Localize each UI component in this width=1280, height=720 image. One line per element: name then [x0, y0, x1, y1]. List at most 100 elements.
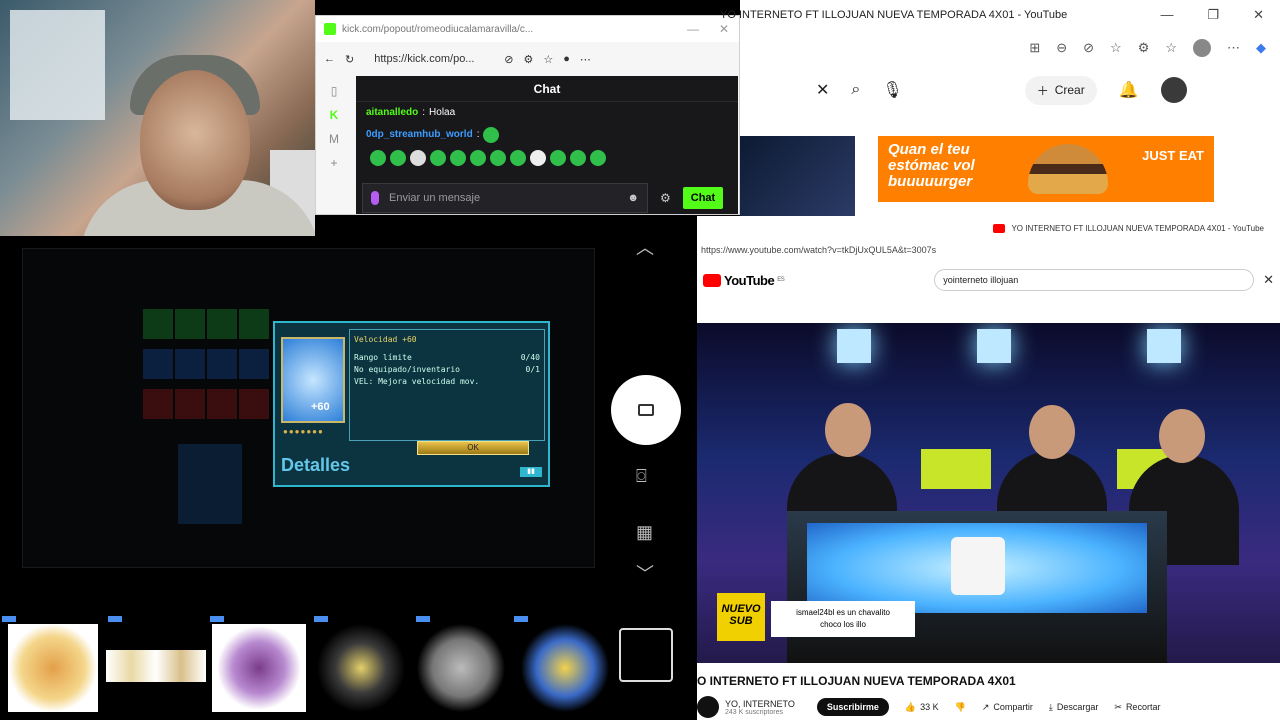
chat-settings-icon[interactable]: ⚙	[660, 191, 671, 205]
chat-message-input[interactable]: Enviar un mensaje ☻	[362, 183, 648, 213]
video-camera-icon	[638, 404, 654, 416]
popup-tab-title: YO INTERNETO FT ILLOJUAN NUEVA TEMPORADA…	[1011, 223, 1264, 233]
emote-icon[interactable]	[570, 150, 586, 166]
pokemon-thumbnail[interactable]	[416, 624, 506, 712]
zoom-out-icon[interactable]: ⊖	[1056, 40, 1067, 56]
dislike-button[interactable]: 👎	[955, 702, 966, 713]
subscribe-button[interactable]: Suscribirme	[816, 698, 889, 716]
qr-icon[interactable]: ▦	[636, 522, 653, 543]
grid-tile	[207, 309, 237, 339]
sidebar-add-icon[interactable]: +	[330, 156, 337, 170]
subscriber-count: 243 K suscriptores	[725, 708, 783, 716]
chat-title: Chat	[356, 76, 738, 102]
copilot-icon[interactable]: ◆	[1256, 40, 1266, 56]
chat-send-button[interactable]: Chat	[682, 187, 724, 209]
clip-button[interactable]: ✂ Recortar	[1114, 702, 1160, 713]
sidebar-kick-icon[interactable]: K	[330, 108, 339, 122]
pokemon-thumbnail[interactable]	[106, 650, 206, 682]
share-icon: ↗	[981, 701, 990, 712]
pokemon-thumbnail[interactable]	[316, 624, 406, 712]
thumb-badge	[2, 616, 16, 622]
emote-icon[interactable]	[550, 150, 566, 166]
video-thumbnail[interactable]	[740, 136, 855, 216]
ad-banner[interactable]: Quan el teu estómac vol buuuuurger JUST …	[878, 136, 1214, 202]
grid-tile	[239, 389, 269, 419]
minimize-icon[interactable]: —	[1160, 7, 1173, 23]
favorite-icon[interactable]: ☆	[543, 53, 553, 66]
popup-search-input[interactable]: yointerneto illojuan	[934, 269, 1255, 291]
reload-icon[interactable]: ↻	[345, 53, 354, 66]
chevron-down-icon[interactable]: ﹀	[636, 560, 654, 586]
record-button[interactable]	[611, 375, 681, 445]
chat-message: 0dp_streamhub_world :	[356, 124, 738, 146]
camera-icon[interactable]: ⌼	[636, 466, 647, 487]
emote-icon[interactable]	[430, 150, 446, 166]
logo-region: ES	[777, 277, 785, 283]
capture-frame[interactable]	[619, 628, 673, 682]
collections-icon[interactable]: ☆	[1165, 40, 1177, 56]
pokemon-thumbnail[interactable]	[212, 624, 306, 712]
pokemon-thumbnail[interactable]	[520, 624, 610, 712]
account-avatar[interactable]	[1160, 77, 1187, 103]
emote-icon[interactable]	[530, 150, 546, 166]
emote-icon[interactable]	[410, 150, 426, 166]
ok-button[interactable]: OK	[417, 441, 529, 455]
create-button[interactable]: ＋ Crear	[1024, 75, 1097, 105]
mic-icon[interactable]	[371, 191, 379, 205]
emote-icon[interactable]	[450, 150, 466, 166]
sidebar-page-icon[interactable]: ▯	[331, 84, 338, 98]
close-icon[interactable]: ✕	[1253, 7, 1264, 23]
extensions-icon[interactable]: ⚙	[523, 53, 533, 66]
profile-avatar[interactable]	[1193, 39, 1211, 57]
microphone-icon[interactable]: 🎙	[882, 80, 902, 100]
search-icon[interactable]: ⌕	[851, 81, 860, 99]
create-label: Crear	[1054, 83, 1085, 97]
video-title: O INTERNETO FT ILLOJUAN NUEVA TEMPORADA …	[697, 674, 1016, 688]
tracking-icon[interactable]: ⊘	[504, 53, 513, 66]
sidebar-mail-icon[interactable]: M	[329, 132, 339, 146]
kick-url-field[interactable]: https://kick.com/po...	[364, 48, 494, 70]
channel-info[interactable]: YO, INTERNETO 243 K suscriptores	[725, 699, 795, 716]
popup-titlebar: YO INTERNETO FT ILLOJUAN NUEVA TEMPORADA…	[697, 216, 1280, 240]
popup-url[interactable]: https://www.youtube.com/watch?v=tkDjUxQU…	[697, 240, 1280, 260]
browser-toolbar: ⊞ ⊖ ⊘ ☆ ⚙ ☆ ⋯ ◆	[740, 30, 1280, 66]
grid-tile	[207, 349, 237, 379]
chat-username[interactable]: aitanalledo	[366, 106, 418, 120]
favorite-icon[interactable]: ☆	[1110, 40, 1122, 56]
back-icon[interactable]: ←	[324, 53, 335, 65]
clear-search-icon[interactable]: ✕	[1263, 272, 1280, 288]
game-screen: +60 ●●●●●●● Velocidad +60 Rango límite 0…	[22, 248, 595, 568]
profile-icon[interactable]: ●	[563, 53, 570, 65]
maximize-icon[interactable]: ❐	[1207, 7, 1219, 23]
share-button[interactable]: ↗ Compartir	[982, 702, 1033, 713]
kick-chat-panel: Chat aitanalledo : Holaa 0dp_streamhub_w…	[356, 76, 738, 214]
emote-icon[interactable]	[390, 150, 406, 166]
more-icon[interactable]: ⋯	[1227, 40, 1240, 56]
emote-icon[interactable]	[490, 150, 506, 166]
pokemon-thumbnail[interactable]	[8, 624, 98, 712]
tracking-icon[interactable]: ⊘	[1083, 40, 1094, 56]
apps-icon[interactable]: ⊞	[1029, 40, 1040, 56]
chat-username[interactable]: 0dp_streamhub_world	[366, 128, 473, 142]
notifications-icon[interactable]: 🔔	[1119, 80, 1139, 100]
plus-icon: ＋	[1036, 83, 1049, 98]
youtube-logo[interactable]: YouTube ES	[703, 273, 785, 288]
emote-icon[interactable]	[510, 150, 526, 166]
channel-avatar[interactable]	[697, 696, 719, 718]
download-button[interactable]: ⤓ Descargar	[1049, 702, 1099, 713]
like-button[interactable]: 👍 33 K	[905, 702, 939, 713]
more-icon[interactable]: ⋯	[580, 53, 591, 66]
emoji-icon[interactable]: ☻	[627, 192, 639, 204]
close-icon[interactable]: ✕	[719, 22, 729, 36]
chevron-up-icon[interactable]: ︿	[636, 234, 654, 260]
emote-icon[interactable]	[470, 150, 486, 166]
item-effect: VEL: Mejora velocidad mov.	[354, 377, 480, 386]
emote-icon[interactable]	[370, 150, 386, 166]
grid-tile	[175, 309, 205, 339]
video-player[interactable]: NUEVO SUB ismael24bl es un chavalito cho…	[697, 323, 1280, 663]
emote-icon[interactable]	[590, 150, 606, 166]
minimize-icon[interactable]: —	[687, 22, 699, 36]
clear-search-icon[interactable]: ✕	[816, 80, 829, 100]
extensions-icon[interactable]: ⚙	[1138, 40, 1150, 56]
chat-message: aitanalledo : Holaa	[366, 106, 456, 120]
